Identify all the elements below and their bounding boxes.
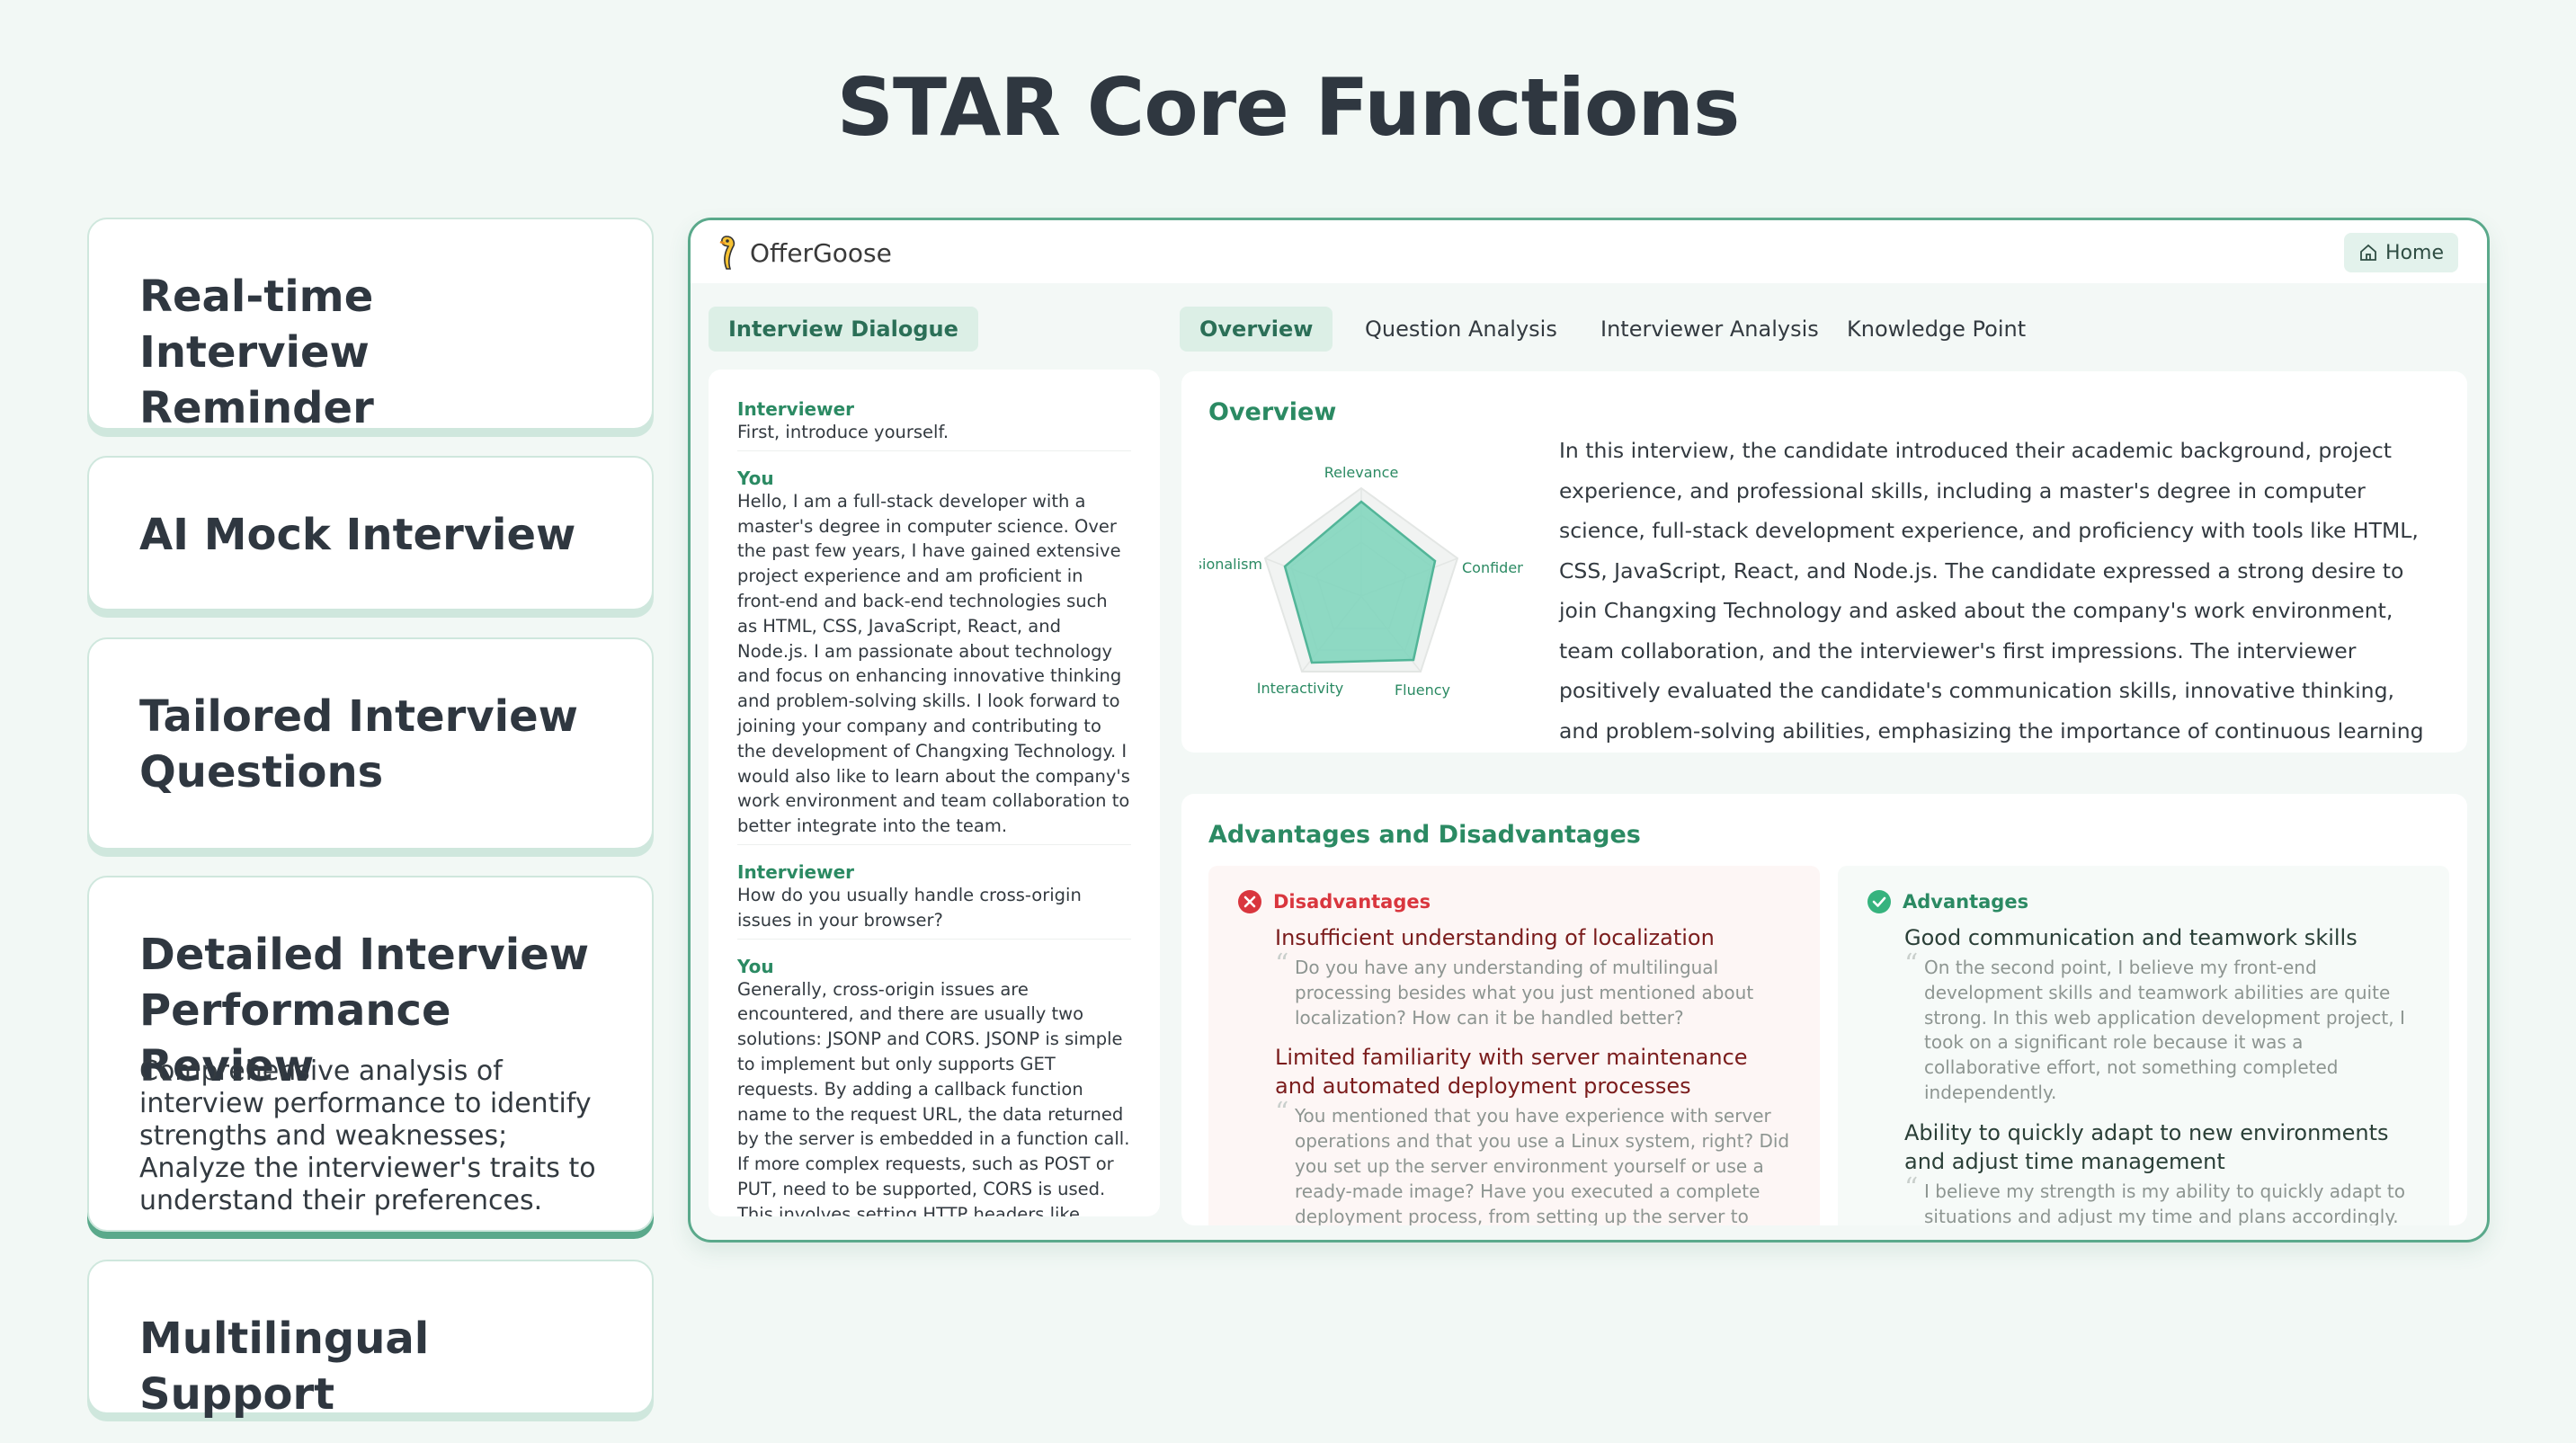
quote-mark-icon: “: [1904, 949, 1919, 980]
tab-interviewer-analysis[interactable]: Interviewer Analysis: [1581, 307, 1839, 352]
quote-mark-icon: “: [1904, 1171, 1919, 1204]
speaker-label: Interviewer: [737, 398, 855, 420]
feature-card-title: Multilingual Support: [139, 1314, 430, 1420]
feature-card-description: Comprehensive analysis of interview perf…: [139, 1056, 596, 1216]
feature-card-tailored-questions[interactable]: Tailored Interview Questions: [87, 637, 654, 850]
feature-card-title: Tailored Interview Questions: [139, 691, 578, 797]
speaker-label: You: [737, 955, 774, 977]
radar-label-interactivity: Interactivity: [1257, 680, 1344, 697]
tab-question-analysis[interactable]: Question Analysis: [1345, 307, 1577, 352]
advantage-title: Good communication and teamwork skills: [1904, 925, 2358, 950]
disadvantage-title: Insufficient understanding of localizati…: [1275, 925, 1715, 950]
adv-dis-panel: Advantages and Disadvantages Disadvantag…: [1181, 794, 2467, 1225]
quote-text: Do you have any understanding of multili…: [1295, 957, 1754, 1029]
adv-dis-title: Advantages and Disadvantages: [1208, 821, 1641, 849]
dialogue-message: You Hello, I am a full-stack developer w…: [709, 468, 1160, 845]
x-circle-icon: [1238, 890, 1261, 913]
tab-overview[interactable]: Overview: [1180, 307, 1333, 352]
disadvantages-column: Disadvantages Insufficient understanding…: [1208, 866, 1820, 1225]
radar-label-confidence: Confidence: [1462, 559, 1523, 576]
quote-text: On the second point, I believe my front-…: [1924, 957, 2405, 1103]
feature-card-realtime-reminder[interactable]: Real-time Interview Reminder: [87, 218, 654, 433]
tab-interview-dialogue[interactable]: Interview Dialogue: [709, 307, 978, 352]
feature-card-title: AI Mock Interview: [139, 510, 576, 560]
overview-panel: Overview Relevance Confidence Fluency In…: [1181, 371, 2467, 753]
feature-card-title: Real-time Interview Reminder: [139, 272, 374, 433]
overview-text: In this interview, the candidate introdu…: [1559, 438, 2424, 744]
logo-text: OfferGoose: [750, 237, 892, 268]
advantages-header: Advantages: [1867, 889, 2420, 914]
advantage-quote: “I believe my strength is my ability to …: [1904, 1174, 2420, 1225]
radar-label-fluency: Fluency: [1395, 681, 1450, 699]
advantages-column: Advantages Good communication and teamwo…: [1838, 866, 2449, 1225]
quote-mark-icon: “: [1275, 1097, 1289, 1129]
message-text: How do you usually handle cross-origin i…: [737, 883, 1131, 940]
advantages-label: Advantages: [1903, 891, 2029, 913]
dialogue-message: You Generally, cross-origin issues are e…: [709, 956, 1160, 1216]
speaker-label: Interviewer: [737, 860, 855, 883]
feature-card-multilingual[interactable]: Multilingual Support: [87, 1260, 654, 1420]
overview-title: Overview: [1208, 398, 1337, 426]
home-icon: [2360, 244, 2376, 261]
dialogue-message: Interviewer How do you usually handle cr…: [709, 861, 1160, 940]
dialogue-panel[interactable]: Interviewer First, introduce yourself. Y…: [709, 370, 1160, 1216]
disadvantage-title: Limited familiarity with server maintena…: [1275, 1045, 1748, 1100]
page-title: STAR Core Functions: [836, 61, 1741, 154]
app-topbar: OfferGoose Home: [691, 220, 2487, 283]
quote-mark-icon: “: [1275, 949, 1289, 980]
tab-knowledge-point[interactable]: Knowledge Point: [1827, 307, 2046, 352]
feature-card-performance-review[interactable]: Detailed Interview Performance Review Co…: [87, 876, 654, 1232]
advantage-title: Ability to quickly adapt to new environm…: [1904, 1119, 2389, 1174]
radar-label-professionalism: Professionalism: [1199, 556, 1262, 573]
feature-card-ai-mock-interview[interactable]: AI Mock Interview: [87, 456, 654, 610]
disadvantages-header: Disadvantages: [1237, 889, 1791, 914]
message-text: Generally, cross-origin issues are encou…: [737, 978, 1130, 1216]
dialogue-message: Interviewer First, introduce yourself.: [709, 398, 1160, 451]
quote-text: You mentioned that you have experience w…: [1295, 1105, 1790, 1225]
home-label: Home: [2385, 241, 2444, 264]
advantage-quote: “On the second point, I believe my front…: [1904, 951, 2420, 1106]
disadvantage-quote: “You mentioned that you have experience …: [1275, 1100, 1791, 1225]
app-logo[interactable]: OfferGoose: [718, 233, 892, 272]
radar-chart: Relevance Confidence Fluency Interactivi…: [1199, 464, 1523, 699]
message-text: Hello, I am a full-stack developer with …: [737, 489, 1131, 845]
message-text: First, introduce yourself.: [737, 420, 1131, 451]
disadvantage-quote: “Do you have any understanding of multil…: [1275, 951, 1791, 1030]
check-circle-icon: [1867, 890, 1891, 913]
radar-label-relevance: Relevance: [1324, 464, 1399, 481]
goose-logo-icon: [719, 236, 735, 270]
speaker-label: You: [737, 467, 774, 489]
home-button[interactable]: Home: [2344, 233, 2458, 272]
quote-text: I believe my strength is my ability to q…: [1924, 1180, 2405, 1225]
app-window: OfferGoose Home Interview Dialogue Overv…: [688, 218, 2490, 1243]
disadvantages-label: Disadvantages: [1273, 891, 1431, 913]
